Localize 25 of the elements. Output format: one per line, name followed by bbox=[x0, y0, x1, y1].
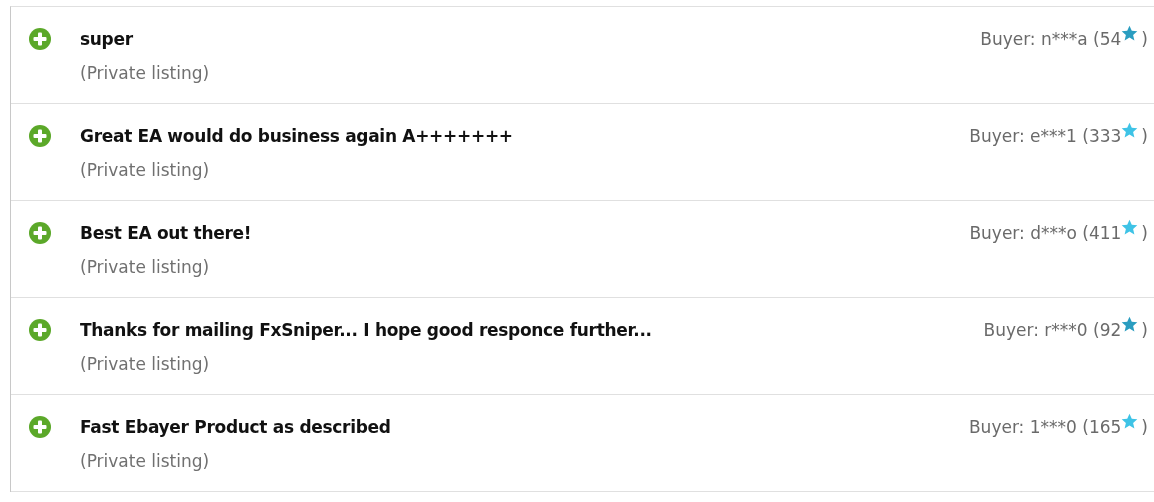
item-title: (Private listing) bbox=[80, 62, 210, 85]
buyer-info: Buyer: e***1 (333 bbox=[969, 125, 1122, 148]
feedback-comment: Thanks for mailing FxSniper... I hope good responce further... bbox=[80, 319, 652, 342]
item-title: (Private listing) bbox=[80, 159, 210, 182]
item-title: (Private listing) bbox=[80, 256, 210, 279]
closing-parenthesis: ) bbox=[1141, 416, 1148, 439]
buyer-info: Buyer: d***o (411 bbox=[969, 222, 1122, 245]
plus-circle-icon bbox=[29, 222, 51, 244]
closing-parenthesis: ) bbox=[1141, 28, 1148, 51]
closing-parenthesis: ) bbox=[1141, 222, 1148, 245]
closing-parenthesis: ) bbox=[1141, 125, 1148, 148]
buyer-info: Buyer: n***a (54 bbox=[980, 28, 1122, 51]
feedback-comment: super bbox=[80, 28, 133, 51]
feedback-comment: Fast Ebayer Product as described bbox=[80, 416, 391, 439]
closing-parenthesis: ) bbox=[1141, 319, 1148, 342]
buyer-info: Buyer: r***0 (92 bbox=[983, 319, 1122, 342]
feedback-comment: Best EA out there! bbox=[80, 222, 252, 245]
plus-circle-icon bbox=[29, 125, 51, 147]
item-title: (Private listing) bbox=[80, 353, 210, 376]
plus-circle-icon bbox=[29, 416, 51, 438]
feedback-comment: Great EA would do business again A+++++++ bbox=[80, 125, 513, 148]
buyer-info: Buyer: 1***0 (165 bbox=[968, 416, 1122, 439]
plus-circle-icon bbox=[29, 319, 51, 341]
plus-circle-icon bbox=[29, 28, 51, 50]
item-title: (Private listing) bbox=[80, 450, 210, 473]
